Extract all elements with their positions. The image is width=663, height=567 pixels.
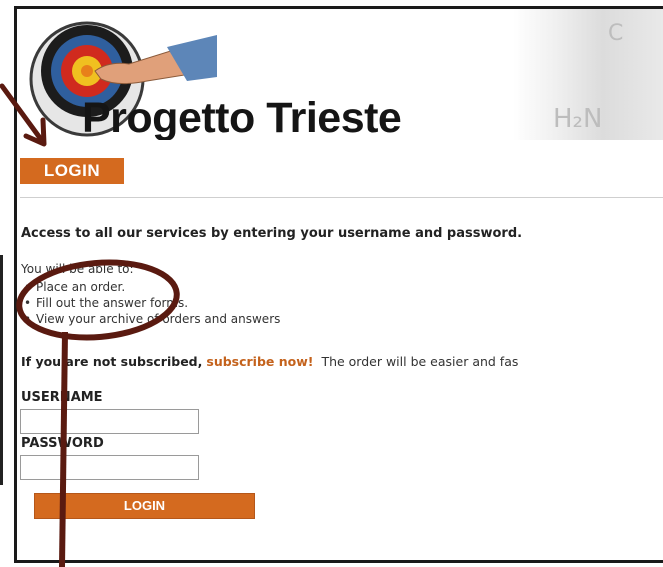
annotation-arrow-line (0, 83, 43, 141)
annotation-circle (16, 259, 180, 341)
annotation-overlay (0, 83, 180, 567)
annotation-pointer-line (59, 331, 68, 567)
